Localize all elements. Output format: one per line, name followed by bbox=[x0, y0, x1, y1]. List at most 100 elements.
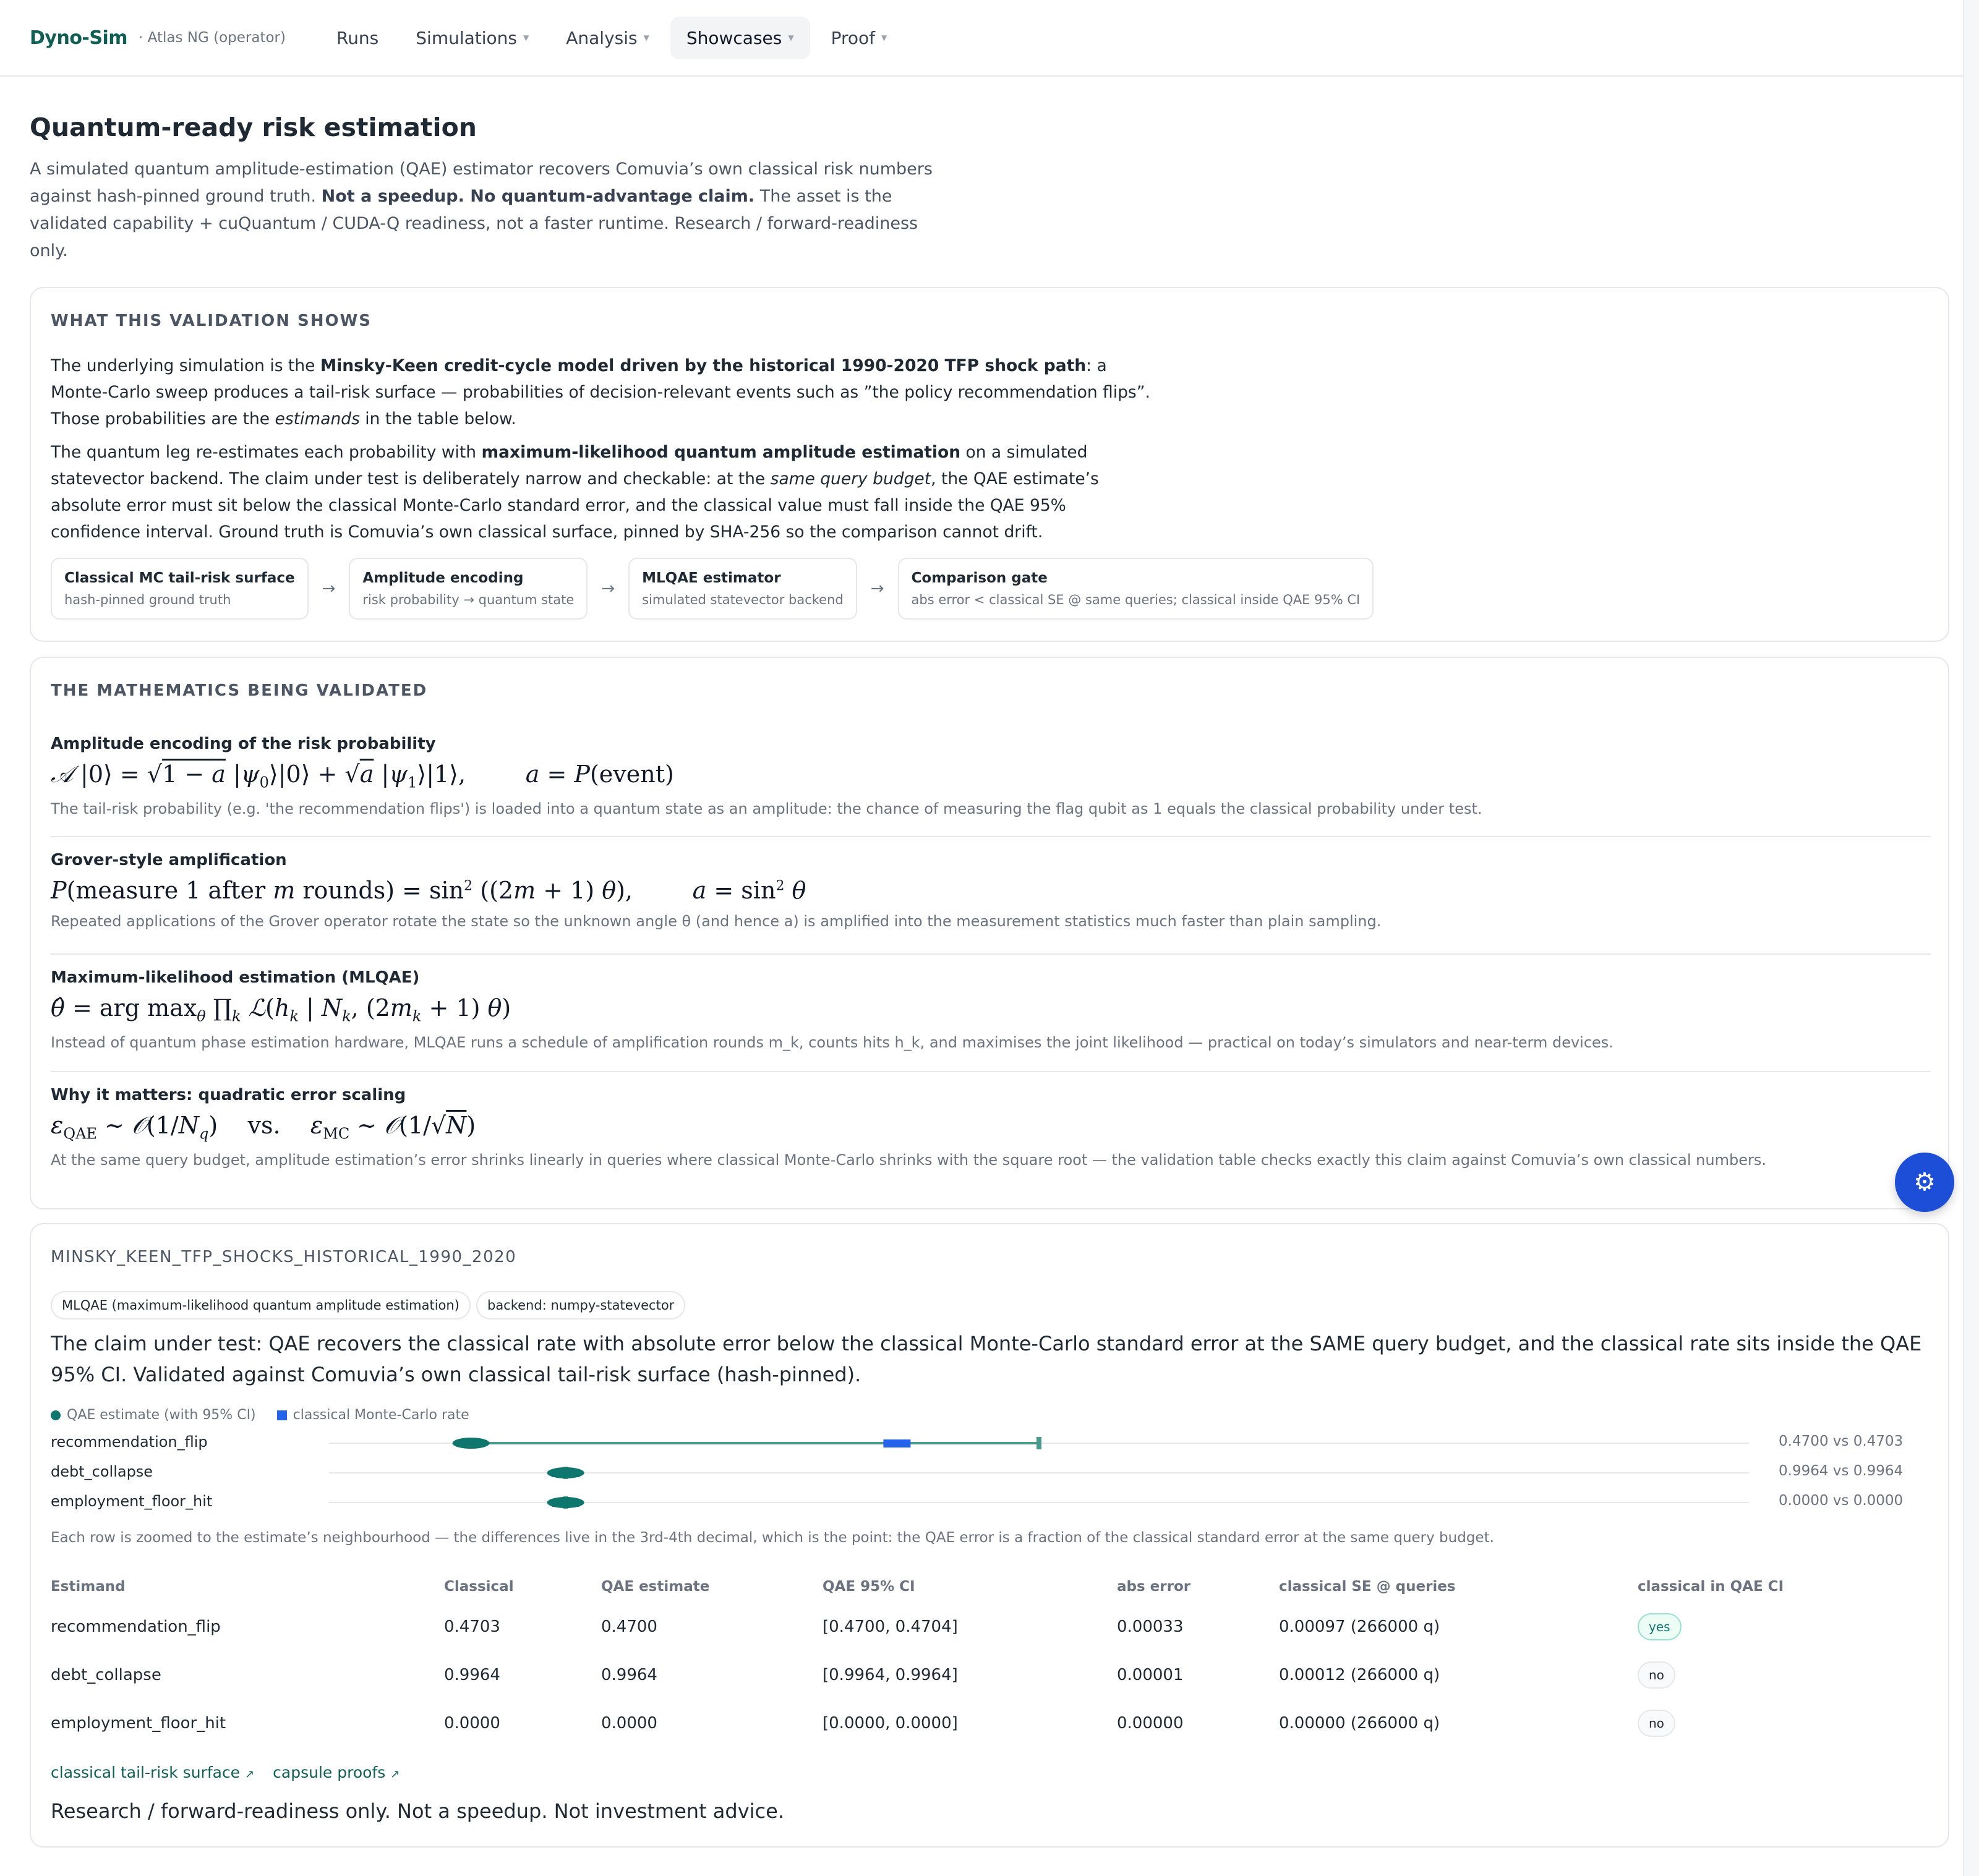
intro-bold-text: Not a speedup. No quantum-advantage clai… bbox=[321, 187, 755, 206]
pipeline-step: Comparison gate abs error < classical SE … bbox=[897, 558, 1374, 620]
text: in the table below. bbox=[359, 409, 516, 428]
table-row: recommendation_flip 0.4703 0.4700 [0.470… bbox=[51, 1603, 1823, 1651]
validation-overview-card: WHAT THIS VALIDATION SHOWS The underlyin… bbox=[30, 287, 1949, 642]
formula-amplitude-encoding: 𝒜 |0⟩ = √1 − a |ψ0⟩|0⟩ + √a |ψ1⟩|1⟩, a =… bbox=[51, 761, 674, 791]
operator-label: · Atlas NG (operator) bbox=[139, 30, 286, 46]
chart-legend: QAE estimate (with 95% CI) classical Mon… bbox=[51, 1407, 469, 1423]
math-block-title: Why it matters: quadratic error scaling bbox=[51, 1086, 406, 1104]
external-link-icon: ↗ bbox=[390, 1768, 400, 1781]
text: The quantum leg re-estimates each probab… bbox=[51, 443, 482, 462]
validation-pipeline: Classical MC tail-risk surface hash-pinne… bbox=[51, 558, 1374, 620]
external-link-icon: ↗ bbox=[245, 1768, 255, 1781]
pipeline-step: MLQAE estimator simulated statevector bac… bbox=[628, 558, 857, 620]
page-intro: A simulated quantum amplitude-estimation… bbox=[30, 156, 939, 265]
pipeline-step-title: Amplitude encoding bbox=[362, 570, 524, 586]
cell-estimand: recommendation_flip bbox=[51, 1618, 221, 1636]
pipeline-step-subtitle: hash-pinned ground truth bbox=[64, 592, 231, 607]
column-header: abs error bbox=[1117, 1579, 1191, 1595]
page-scrollbar[interactable] bbox=[1963, 0, 1979, 1876]
nav-item-proof[interactable]: Proof ▼ bbox=[815, 17, 904, 59]
method-pills: MLQAE (maximum-likelihood quantum amplit… bbox=[51, 1291, 688, 1320]
cell-ci: [0.9964, 0.9964] bbox=[823, 1666, 958, 1684]
nav-menu: Runs Simulations ▼ Analysis ▼ Showcases ▼ P… bbox=[320, 16, 908, 59]
formula-grover: P(measure 1 after m rounds) = sin2 ((2m … bbox=[51, 877, 806, 904]
bold-text: Minsky-Keen credit-cycle model driven by… bbox=[320, 356, 1087, 375]
chart-row-value: 0.9964 vs 0.9964 bbox=[1779, 1463, 1904, 1479]
math-block-title: Grover-style amplification bbox=[51, 851, 287, 869]
column-header: QAE estimate bbox=[601, 1579, 710, 1595]
divider bbox=[51, 836, 1931, 837]
section-heading: WHAT THIS VALIDATION SHOWS bbox=[51, 312, 372, 330]
legend-classical-marker bbox=[276, 1410, 287, 1420]
divider bbox=[51, 953, 1931, 955]
backend-pill: backend: numpy-statevector bbox=[476, 1291, 686, 1320]
nav-item-simulations[interactable]: Simulations ▼ bbox=[400, 17, 545, 59]
pipeline-step-title: Classical MC tail-risk surface bbox=[64, 570, 295, 586]
column-header: QAE 95% CI bbox=[823, 1579, 915, 1595]
text: The underlying simulation is the bbox=[51, 356, 320, 375]
pipeline-step-subtitle: risk probability → quantum state bbox=[362, 592, 575, 607]
dataset-results-card: MINSKY_KEEN_TFP_SHOCKS_HISTORICAL_1990_2… bbox=[30, 1223, 1949, 1848]
chart-note: Each row is zoomed to the estimate’s nei… bbox=[51, 1530, 1494, 1546]
cell-classical-se: 0.00012 (266000 q) bbox=[1279, 1666, 1440, 1684]
qae-estimate-marker bbox=[452, 1438, 490, 1449]
cell-in-ci: no bbox=[1638, 1651, 1823, 1699]
status-badge: no bbox=[1638, 1710, 1675, 1737]
link-capsule-proofs[interactable]: capsule proofs ↗ bbox=[273, 1763, 400, 1781]
cell-in-ci: no bbox=[1638, 1699, 1823, 1747]
math-block-amplitude-encoding: Amplitude encoding of the risk probabili… bbox=[51, 735, 1931, 817]
nav-item-label: Simulations bbox=[416, 27, 517, 48]
nav-item-runs[interactable]: Runs bbox=[320, 17, 395, 59]
chart-row-plot bbox=[329, 1496, 1749, 1509]
pipeline-step-title: MLQAE estimator bbox=[642, 570, 781, 586]
qae-ci-upper-tick bbox=[1037, 1437, 1041, 1449]
related-links: classical tail-risk surface ↗ capsule pro… bbox=[51, 1763, 418, 1781]
formula-error-scaling: εQAE ∼ 𝒪(1/Nq) vs. εMC ∼ 𝒪(1/√N) bbox=[51, 1112, 476, 1143]
chevron-down-icon: ▼ bbox=[523, 33, 529, 42]
table-row: employment_floor_hit 0.0000 0.0000 [0.00… bbox=[51, 1699, 1823, 1747]
legend-classical-label: classical Monte-Carlo rate bbox=[293, 1407, 469, 1423]
link-classical-tail-risk-surface[interactable]: classical tail-risk surface ↗ bbox=[51, 1763, 254, 1781]
claim-statement: The claim under test: QAE recovers the c… bbox=[51, 1332, 1922, 1386]
page-title: Quantum-ready risk estimation bbox=[30, 113, 477, 142]
math-block-description: At the same query budget, amplitude esti… bbox=[51, 1151, 1766, 1169]
cell-estimand: employment_floor_hit bbox=[51, 1714, 226, 1733]
arrow-right-icon: → bbox=[870, 579, 884, 598]
estimate-comparison-chart: recommendation_flip 0.4700 vs 0.4703 debt_… bbox=[51, 1428, 1943, 1517]
dataset-heading: MINSKY_KEEN_TFP_SHOCKS_HISTORICAL_1990_2… bbox=[51, 1248, 517, 1266]
brand-logo[interactable]: Dyno-Sim bbox=[30, 27, 128, 49]
math-block-description: Repeated applications of the Grover oper… bbox=[51, 913, 1382, 930]
cell-abs-error: 0.00033 bbox=[1117, 1618, 1184, 1636]
cell-ci: [0.4700, 0.4704] bbox=[823, 1618, 958, 1636]
table-header-row: Estimand Classical QAE estimate QAE 95% … bbox=[51, 1571, 1823, 1603]
chevron-down-icon: ▼ bbox=[643, 33, 649, 42]
nav-item-label: Analysis bbox=[566, 27, 638, 48]
nav-item-analysis[interactable]: Analysis ▼ bbox=[550, 17, 665, 59]
link-label: classical tail-risk surface bbox=[51, 1763, 241, 1781]
pipeline-step-subtitle: simulated statevector backend bbox=[642, 592, 844, 607]
math-block-mlqae: Maximum-likelihood estimation (MLQAE) θ̂… bbox=[51, 968, 1931, 1051]
mathematics-card: THE MATHEMATICS BEING VALIDATED Amplitud… bbox=[30, 657, 1949, 1209]
nav-item-showcases[interactable]: Showcases ▼ bbox=[670, 16, 810, 59]
cell-classical-se: 0.00097 (266000 q) bbox=[1279, 1618, 1440, 1636]
chart-row: employment_floor_hit 0.0000 vs 0.0000 bbox=[51, 1488, 1943, 1517]
cell-classical: 0.4703 bbox=[444, 1618, 500, 1636]
cell-in-ci: yes bbox=[1638, 1603, 1823, 1651]
pipeline-step: Amplitude encoding risk probability → qua… bbox=[349, 558, 588, 620]
chevron-down-icon: ▼ bbox=[788, 33, 794, 42]
column-header: Estimand bbox=[51, 1579, 126, 1595]
qae-estimate-marker bbox=[547, 1467, 584, 1478]
classical-rate-marker bbox=[883, 1439, 911, 1448]
table-row: debt_collapse 0.9964 0.9964 [0.9964, 0.9… bbox=[51, 1651, 1823, 1699]
top-nav: Dyno-Sim · Atlas NG (operator) Runs Simu… bbox=[0, 0, 1979, 77]
cell-qae: 0.9964 bbox=[601, 1666, 657, 1684]
legend-qae-marker bbox=[51, 1410, 61, 1420]
settings-fab[interactable]: ⚙ bbox=[1895, 1153, 1954, 1212]
status-badge: no bbox=[1638, 1661, 1675, 1689]
link-label: capsule proofs bbox=[273, 1763, 386, 1781]
status-badge: yes bbox=[1638, 1613, 1682, 1640]
disclaimer: Research / forward-readiness only. Not a… bbox=[51, 1799, 784, 1823]
overview-paragraph-1: The underlying simulation is the Minsky-… bbox=[51, 352, 1152, 432]
cell-abs-error: 0.00000 bbox=[1117, 1714, 1184, 1733]
math-block-title: Amplitude encoding of the risk probabili… bbox=[51, 735, 436, 753]
